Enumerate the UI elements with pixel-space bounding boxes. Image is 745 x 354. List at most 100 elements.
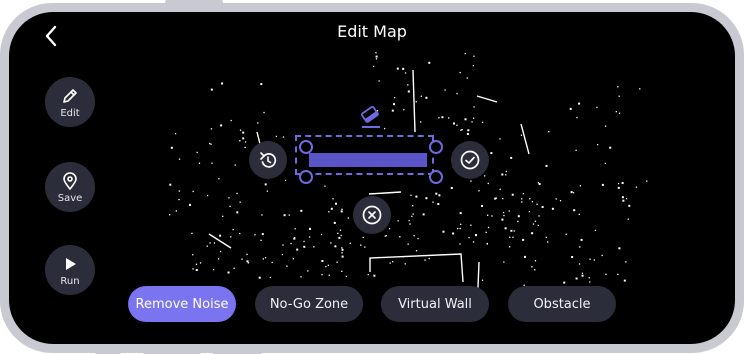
map-point	[294, 228, 296, 230]
resize-handle-top-right[interactable]	[429, 140, 443, 154]
map-point	[502, 197, 504, 200]
resize-handle-bottom-left[interactable]	[299, 170, 313, 184]
map-point	[408, 219, 410, 222]
map-point	[499, 188, 501, 190]
map-point	[576, 116, 578, 119]
map-point	[367, 273, 369, 276]
map-point	[412, 213, 414, 215]
resize-handle-top-left[interactable]	[299, 140, 313, 154]
map-point	[517, 215, 520, 218]
cancel-button[interactable]	[353, 196, 391, 234]
confirm-button[interactable]	[451, 141, 489, 179]
map-point	[485, 231, 487, 233]
map-point	[209, 242, 211, 244]
map-point	[522, 193, 524, 195]
pencil-icon	[63, 88, 77, 103]
map-point	[466, 77, 468, 79]
map-point	[501, 218, 504, 221]
map-point	[402, 67, 405, 70]
tool-remove-noise[interactable]: Remove Noise	[128, 286, 236, 322]
map-point	[438, 194, 441, 197]
map-point	[601, 254, 603, 257]
map-point	[531, 232, 534, 235]
map-point	[403, 109, 405, 111]
resize-handle-bottom-right[interactable]	[429, 170, 443, 184]
map-point	[286, 265, 288, 267]
edit-button[interactable]: Edit	[45, 77, 95, 127]
map-point	[232, 228, 234, 231]
map-point	[545, 164, 548, 167]
map-point	[593, 259, 595, 261]
map-point	[169, 214, 171, 216]
map-point	[303, 240, 305, 243]
map-point	[404, 263, 406, 265]
map-point	[415, 101, 417, 103]
map-point	[415, 250, 418, 252]
map-point	[341, 248, 344, 251]
map-point	[505, 174, 507, 176]
map-point	[511, 193, 514, 196]
map-point	[537, 182, 539, 184]
map-point	[459, 71, 461, 74]
map-point	[227, 271, 230, 274]
map-point	[448, 117, 450, 119]
map-point	[547, 241, 549, 243]
map-point	[396, 67, 399, 70]
map-point	[236, 211, 239, 214]
map-point	[210, 128, 213, 130]
map-point	[192, 268, 194, 270]
map-point	[296, 248, 299, 251]
map-point	[617, 186, 620, 189]
tool-obstacle[interactable]: Obstacle	[508, 286, 616, 322]
map-point	[531, 201, 533, 203]
map-point	[247, 262, 249, 264]
map-point	[625, 261, 627, 263]
map-point	[393, 103, 395, 105]
tool-no-go-zone[interactable]: No-Go Zone	[255, 286, 363, 322]
map-point	[196, 151, 198, 154]
map-point	[456, 124, 458, 126]
map-point	[605, 273, 607, 275]
map-point	[428, 257, 430, 260]
map-point	[275, 135, 277, 138]
map-point	[290, 242, 292, 245]
map-point	[412, 205, 414, 207]
map-point	[336, 261, 338, 263]
map-point	[513, 230, 515, 232]
undo-button[interactable]	[249, 141, 287, 179]
map-point	[459, 212, 462, 215]
map-point	[601, 183, 604, 186]
map-point	[551, 207, 554, 210]
map-point	[578, 263, 581, 265]
map-point	[617, 182, 620, 185]
run-button[interactable]: Run	[45, 245, 95, 295]
play-icon	[66, 257, 76, 270]
map-point	[524, 255, 526, 258]
tool-virtual-wall[interactable]: Virtual Wall	[381, 286, 489, 322]
map-point	[263, 111, 265, 114]
map-point	[472, 241, 475, 243]
map-point	[213, 242, 216, 244]
map-point	[220, 124, 223, 127]
map-point	[470, 180, 472, 182]
edit-label: Edit	[60, 107, 80, 119]
map-point	[309, 227, 311, 230]
map-point	[392, 261, 394, 263]
map-point	[617, 86, 619, 88]
map-point	[321, 273, 323, 276]
map-canvas[interactable]	[9, 12, 735, 344]
map-point	[460, 223, 462, 225]
map-point	[501, 173, 504, 176]
map-point	[470, 224, 472, 226]
map-point	[341, 208, 343, 210]
selected-region	[309, 153, 427, 167]
map-point	[473, 55, 475, 57]
map-point	[261, 214, 263, 216]
map-point	[341, 252, 343, 254]
save-button[interactable]: Save	[45, 162, 95, 212]
map-point	[258, 276, 261, 279]
map-point	[618, 95, 620, 97]
map-point	[545, 236, 547, 239]
map-point	[309, 236, 311, 238]
map-point	[407, 84, 409, 86]
